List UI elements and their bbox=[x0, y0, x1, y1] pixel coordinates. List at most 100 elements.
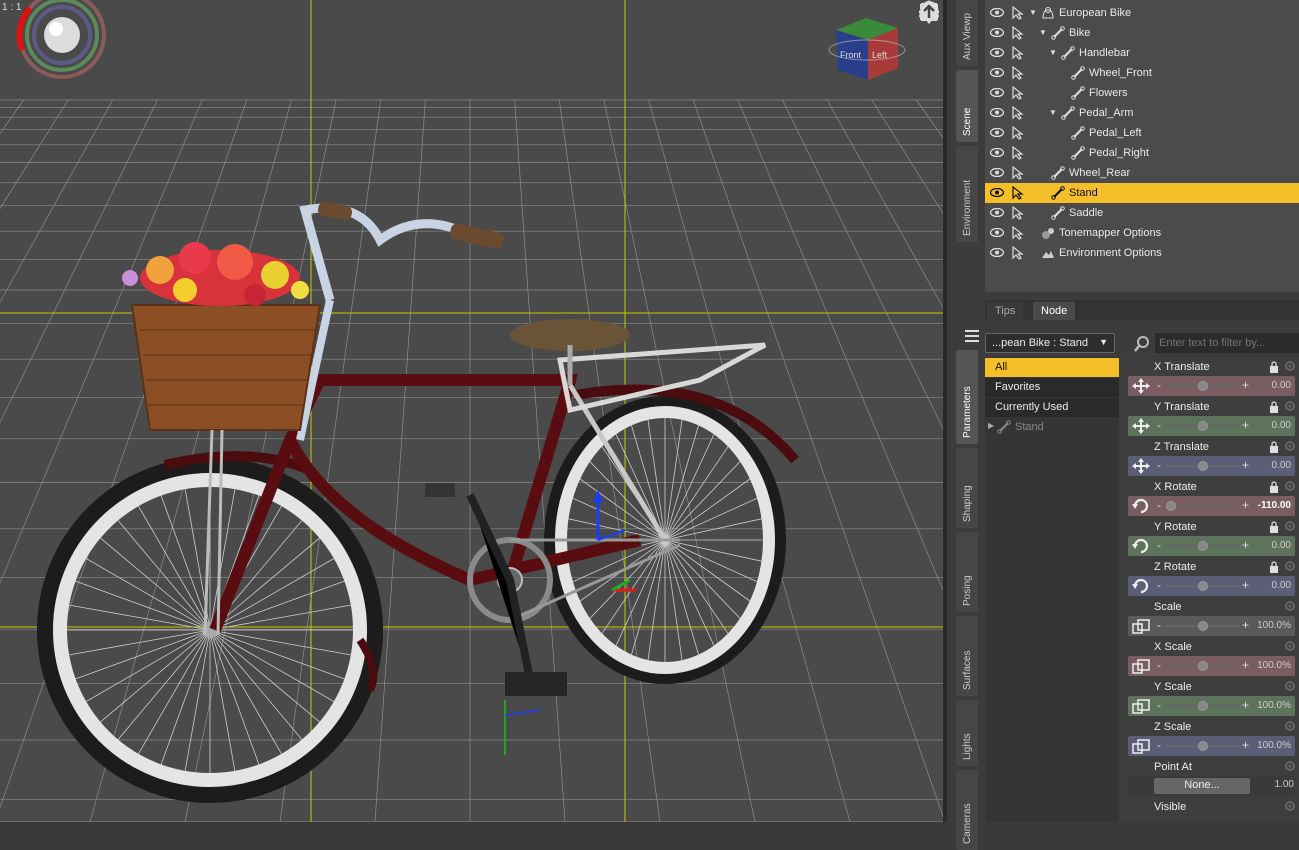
side-tab-posing[interactable]: Posing bbox=[956, 532, 978, 612]
gear-icon[interactable] bbox=[1284, 720, 1296, 732]
group-currently-used[interactable]: Currently Used bbox=[985, 398, 1119, 417]
increment-button[interactable]: + bbox=[1242, 418, 1249, 432]
3d-viewport[interactable]: Front Left 1 : 1 bbox=[0, 0, 943, 822]
view-cube[interactable]: Front Left bbox=[828, 18, 906, 80]
gear-icon[interactable] bbox=[1284, 480, 1296, 492]
scene-item-tonemapper-options[interactable]: Tonemapper Options bbox=[985, 223, 1299, 243]
tab-tips[interactable]: Tips bbox=[987, 302, 1024, 320]
group-favorites[interactable]: Favorites bbox=[985, 378, 1119, 397]
node-selector-dropdown[interactable]: ...pean Bike : Stand ▼ bbox=[985, 333, 1115, 353]
increment-button[interactable]: + bbox=[1242, 498, 1249, 512]
side-tab-environment[interactable]: Environment bbox=[956, 146, 978, 242]
group-stand[interactable]: ▶ Stand bbox=[985, 418, 1119, 437]
scene-item-pedal-arm[interactable]: ▼ Pedal_Arm bbox=[985, 103, 1299, 123]
scene-item-wheel-rear[interactable]: Wheel_Rear bbox=[985, 163, 1299, 183]
side-tab-aux-viewp[interactable]: Aux Viewp bbox=[956, 0, 978, 66]
selectable-cursor-icon[interactable] bbox=[1011, 146, 1025, 160]
scene-item-saddle[interactable]: Saddle bbox=[985, 203, 1299, 223]
lock-icon[interactable] bbox=[1269, 401, 1279, 413]
scene-item-wheel-front[interactable]: Wheel_Front bbox=[985, 63, 1299, 83]
expand-arrow-icon[interactable]: ▶ bbox=[988, 421, 994, 430]
parameter-filter-input[interactable] bbox=[1155, 333, 1299, 353]
visibility-eye-icon[interactable] bbox=[990, 168, 1004, 177]
selectable-cursor-icon[interactable] bbox=[1011, 126, 1025, 140]
gear-icon[interactable] bbox=[1284, 560, 1296, 572]
selectable-cursor-icon[interactable] bbox=[1011, 26, 1025, 40]
gear-icon[interactable] bbox=[1284, 440, 1296, 452]
slider-knob[interactable] bbox=[1198, 461, 1208, 471]
increment-button[interactable]: + bbox=[1242, 578, 1249, 592]
pane-menu-icon[interactable] bbox=[960, 325, 984, 347]
decrement-button[interactable]: - bbox=[1157, 538, 1161, 552]
param-slider[interactable]: - +100.0% bbox=[1128, 616, 1295, 636]
decrement-button[interactable]: - bbox=[1157, 618, 1161, 632]
camera-orbit-widget[interactable] bbox=[16, 0, 106, 79]
selectable-cursor-icon[interactable] bbox=[1011, 86, 1025, 100]
visibility-eye-icon[interactable] bbox=[990, 128, 1004, 137]
tab-node[interactable]: Node bbox=[1033, 302, 1076, 320]
expand-arrow-icon[interactable]: ▼ bbox=[1049, 109, 1057, 117]
selectable-cursor-icon[interactable] bbox=[1011, 226, 1025, 240]
lock-icon[interactable] bbox=[1269, 361, 1279, 373]
decrement-button[interactable]: - bbox=[1157, 738, 1161, 752]
point-at-button[interactable]: None... bbox=[1154, 778, 1250, 794]
param-value[interactable]: 100.0% bbox=[1257, 700, 1291, 711]
visibility-eye-icon[interactable] bbox=[990, 28, 1004, 37]
param-value[interactable]: 0.00 bbox=[1272, 420, 1291, 431]
expand-arrow-icon[interactable]: ▼ bbox=[1039, 29, 1047, 37]
selectable-cursor-icon[interactable] bbox=[1011, 66, 1025, 80]
selectable-cursor-icon[interactable] bbox=[1011, 246, 1025, 260]
gear-icon[interactable] bbox=[1284, 400, 1296, 412]
param-value[interactable]: 100.0% bbox=[1257, 740, 1291, 751]
slider-knob[interactable] bbox=[1198, 741, 1208, 751]
visibility-eye-icon[interactable] bbox=[990, 108, 1004, 117]
viewport-canvas[interactable]: Front Left bbox=[0, 0, 943, 822]
increment-button[interactable]: + bbox=[1242, 458, 1249, 472]
param-slider[interactable]: - +0.00 bbox=[1128, 576, 1295, 596]
gear-icon[interactable] bbox=[1284, 520, 1296, 532]
expand-arrow-icon[interactable]: ▼ bbox=[1049, 49, 1057, 57]
scene-item-european-bike[interactable]: ▼ European Bike bbox=[985, 3, 1299, 23]
selectable-cursor-icon[interactable] bbox=[1011, 166, 1025, 180]
param-value[interactable]: 0.00 bbox=[1272, 380, 1291, 391]
param-slider[interactable]: - + -110.00 bbox=[1128, 496, 1295, 516]
visibility-eye-icon[interactable] bbox=[990, 208, 1004, 217]
increment-button[interactable]: + bbox=[1242, 538, 1249, 552]
visibility-eye-icon[interactable] bbox=[990, 248, 1004, 257]
gear-icon[interactable] bbox=[1284, 760, 1296, 772]
slider-knob[interactable] bbox=[1198, 621, 1208, 631]
visibility-eye-icon[interactable] bbox=[990, 148, 1004, 157]
lock-icon[interactable] bbox=[1269, 481, 1279, 493]
lock-icon[interactable] bbox=[1269, 441, 1279, 453]
slider-knob[interactable] bbox=[1198, 661, 1208, 671]
slider-track[interactable] bbox=[1166, 505, 1240, 507]
param-slider[interactable]: - +0.00 bbox=[1128, 376, 1295, 396]
reset-view-icon[interactable] bbox=[918, 0, 940, 24]
side-tab-shaping[interactable]: Shaping bbox=[956, 448, 978, 528]
decrement-button[interactable]: - bbox=[1157, 458, 1161, 472]
side-tab-cameras[interactable]: Cameras bbox=[956, 770, 978, 850]
slider-knob[interactable] bbox=[1198, 421, 1208, 431]
selectable-cursor-icon[interactable] bbox=[1011, 6, 1025, 20]
param-value[interactable]: 100.0% bbox=[1257, 620, 1291, 631]
selectable-cursor-icon[interactable] bbox=[1011, 206, 1025, 220]
param-slider[interactable]: - +0.00 bbox=[1128, 416, 1295, 436]
gear-icon[interactable] bbox=[1284, 600, 1296, 612]
visibility-eye-icon[interactable] bbox=[990, 48, 1004, 57]
slider-knob[interactable] bbox=[1166, 501, 1176, 511]
param-value[interactable]: -110.00 bbox=[1258, 500, 1291, 511]
increment-button[interactable]: + bbox=[1242, 378, 1249, 392]
visibility-eye-icon[interactable] bbox=[990, 88, 1004, 97]
visibility-eye-icon[interactable] bbox=[990, 8, 1004, 17]
visibility-eye-icon[interactable] bbox=[990, 228, 1004, 237]
side-tab-lights[interactable]: Lights bbox=[956, 700, 978, 766]
side-tab-scene[interactable]: Scene bbox=[956, 70, 978, 142]
selectable-cursor-icon[interactable] bbox=[1011, 46, 1025, 60]
slider-knob[interactable] bbox=[1198, 541, 1208, 551]
param-value[interactable]: 0.00 bbox=[1272, 460, 1291, 471]
gear-icon[interactable] bbox=[1284, 680, 1296, 692]
selectable-cursor-icon[interactable] bbox=[1011, 106, 1025, 120]
param-value[interactable]: 100.0% bbox=[1257, 660, 1291, 671]
increment-button[interactable]: + bbox=[1242, 738, 1249, 752]
expand-arrow-icon[interactable]: ▼ bbox=[1029, 9, 1037, 17]
